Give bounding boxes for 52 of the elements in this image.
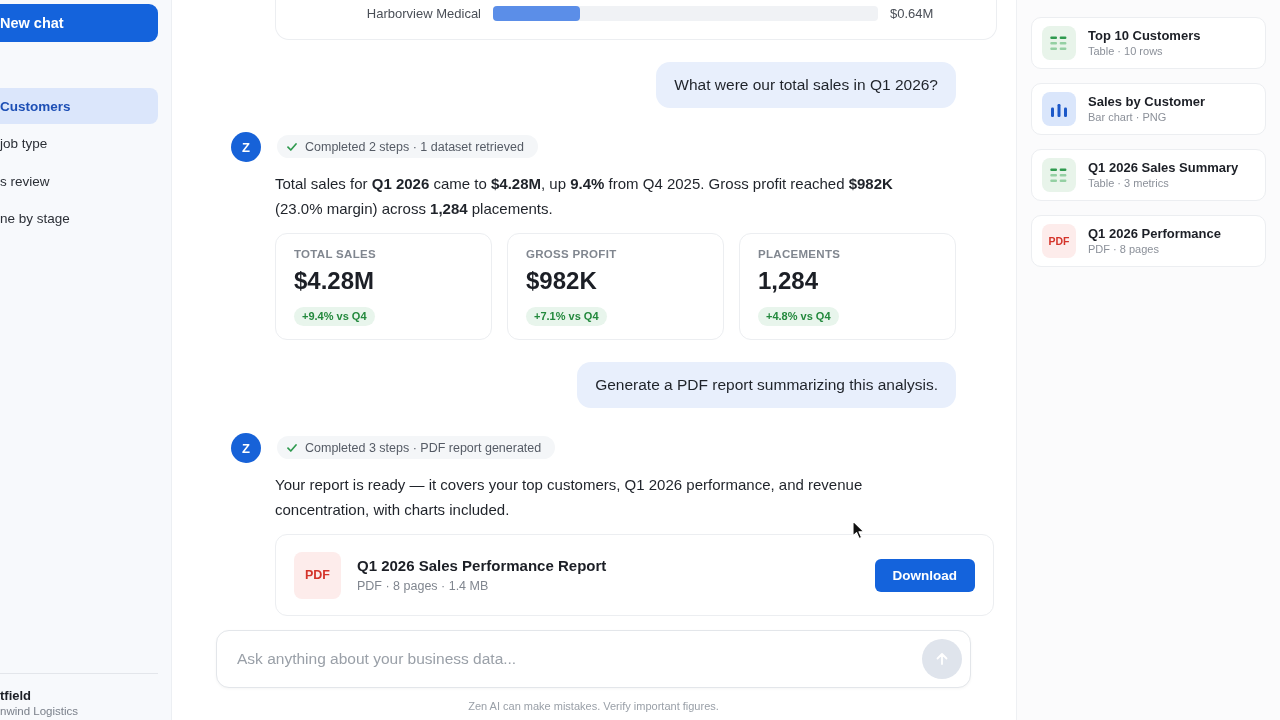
assistant-message: Total sales for Q1 2026 came to $4.28M, up 9.4% from Q4 2025. Gross profit reached $982K (23.0% margin) across 1,284 placements. — [275, 174, 894, 219]
artifact-title: Sales by Customer — [1088, 94, 1206, 110]
assistant-avatar: Z — [231, 132, 261, 162]
metric-label: GROSS PROFIT — [526, 247, 617, 261]
artifact-card[interactable]: Top 10 Customers Table · 10 rows — [1031, 17, 1266, 69]
artifact-meta: PDF · 8 pages — [1088, 242, 1159, 256]
artifact-title: Top 10 Customers — [1088, 28, 1201, 44]
metric-value: 1,284 — [758, 266, 819, 296]
artifact-title: Q1 2026 Performance — [1088, 226, 1221, 242]
metric-label: PLACEMENTS — [758, 247, 841, 261]
check-icon — [287, 142, 297, 151]
mouse-cursor-icon — [852, 520, 865, 540]
sidebar-item[interactable]: job type — [0, 125, 158, 162]
artifact-card[interactable]: Sales by Customer Bar chart · PNG — [1031, 83, 1266, 135]
download-button[interactable]: Download — [874, 558, 975, 592]
message-input[interactable]: Ask anything about your business data... — [216, 630, 971, 688]
status-text: Completed 3 steps · PDF report generated — [305, 440, 542, 455]
user-message: What were our total sales in Q1 2026? — [656, 62, 956, 108]
new-chat-button[interactable]: New chat — [0, 4, 158, 42]
metric-value: $4.28M — [294, 266, 375, 296]
file-title: Q1 2026 Sales Performance Report — [357, 556, 607, 575]
change-badge: +7.1% vs Q4 — [526, 307, 607, 326]
artifact-card[interactable]: PDF Q1 2026 Performance PDF · 8 pages — [1031, 215, 1266, 267]
user-name: tfield — [0, 688, 32, 704]
artifact-meta: Table · 10 rows — [1088, 44, 1163, 58]
table-icon — [1042, 158, 1076, 192]
bar-chart-icon — [1042, 92, 1076, 126]
change-badge: +9.4% vs Q4 — [294, 307, 375, 326]
pdf-file-badge: PDF — [294, 551, 341, 599]
assistant-avatar: Z — [231, 433, 261, 463]
artifact-meta: Bar chart · PNG — [1088, 110, 1167, 124]
file-meta: PDF · 8 pages · 1.4 MB — [357, 578, 489, 594]
arrow-up-icon — [934, 651, 950, 667]
sidebar-item[interactable]: ne by stage — [0, 200, 158, 237]
change-badge: +4.8% vs Q4 — [758, 307, 839, 326]
bar-value: $0.64M — [890, 6, 935, 21]
pdf-file-badge: PDF — [1042, 224, 1076, 258]
table-icon — [1042, 26, 1076, 60]
metric-label: TOTAL SALES — [294, 247, 376, 261]
disclaimer-text: Zen AI can make mistakes. Verify important figures. — [468, 699, 719, 714]
sidebar-item[interactable]: s review — [0, 163, 158, 199]
artifact-title: Q1 2026 Sales Summary — [1088, 160, 1239, 176]
check-icon — [287, 443, 297, 452]
artifact-card[interactable]: Q1 2026 Sales Summary Table · 3 metrics — [1031, 149, 1266, 201]
metric-value: $982K — [526, 266, 597, 296]
status-text: Completed 2 steps · 1 dataset retrieved — [305, 139, 524, 154]
user-message: Generate a PDF report summarizing this analysis. — [577, 362, 956, 408]
organization-name: nwind Logistics — [0, 704, 78, 718]
assistant-message: Your report is ready — it covers your top customers, Q1 2026 performance, and revenue concentration, with charts included. — [275, 475, 864, 520]
artifact-meta: Table · 3 metrics — [1088, 176, 1169, 190]
sidebar-item[interactable]: Customers — [0, 88, 158, 124]
bar-label: Harborview Medical — [366, 6, 481, 21]
